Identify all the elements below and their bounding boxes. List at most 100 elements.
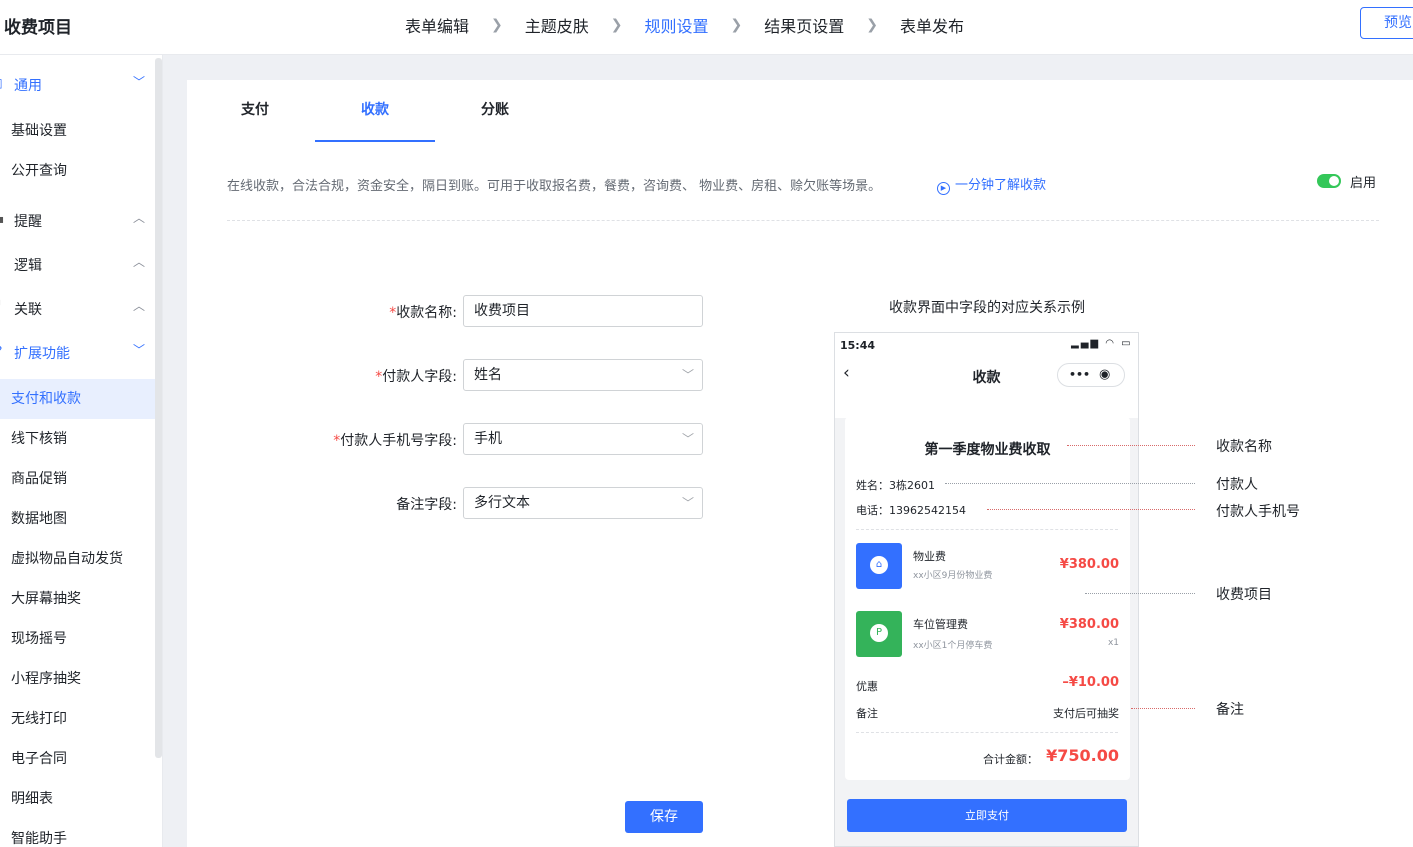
sidebar-item-public-query[interactable]: 公开查询 [0, 151, 155, 191]
step-rules[interactable]: 规则设置 [645, 13, 709, 37]
step-form-edit[interactable]: 表单编辑 [405, 13, 469, 37]
save-button[interactable]: 保存 [625, 801, 703, 833]
divider [227, 220, 1379, 221]
sidebar-item-mini-lottery[interactable]: 小程序抽奖 [0, 659, 155, 699]
remark-row-value: 支付后可抽奖 [1053, 707, 1119, 720]
step-nav: 表单编辑 ❯ 主题皮肤 ❯ 规则设置 ❯ 结果页设置 ❯ 表单发布 [405, 13, 964, 37]
product-2-desc: xx小区1个月停车费 [913, 641, 993, 651]
collect-name-input[interactable]: 收费项目 [463, 295, 703, 327]
capsule-menu: ••• ◉ [1057, 363, 1125, 387]
payer-name: 姓名：3栋2601 [856, 479, 935, 492]
sidebar-item-live-draw[interactable]: 现场摇号 [0, 619, 155, 659]
chevron-down-icon: ﹀ [681, 368, 694, 382]
annotation-payer-phone: 付款人手机号 [1216, 504, 1300, 520]
sidebar-item-wireless-print[interactable]: 无线打印 [0, 699, 155, 739]
sidebar-group-general[interactable]: ▯ 通用 ﹀ [0, 70, 150, 98]
logic-icon: ⁝ [0, 256, 6, 270]
discount-value: –¥10.00 [1062, 675, 1119, 690]
sidebar-item-payment[interactable]: 支付和收款 [0, 379, 155, 419]
total-label: 合计金额： [983, 753, 1038, 766]
parking-icon: P [856, 611, 902, 657]
enable-label: 启用 [1350, 176, 1377, 191]
app-title: 收费项目 [4, 18, 72, 38]
feature-description: 在线收款，合法合规，资金安全，隔日到账。可用于收取报名费，餐费，咨询费、 物业费… [227, 179, 882, 194]
total-value: ¥750.00 [1046, 746, 1119, 765]
signal-wifi-battery-icon: ▂▄▆ ◠ ▭ [1071, 338, 1133, 349]
sidebar-item-basic-settings[interactable]: 基础设置 [0, 111, 155, 151]
more-icon: ••• [1069, 368, 1091, 381]
payer-field-select[interactable]: 姓名 ﹀ [463, 359, 703, 391]
product-1-name: 物业费 [913, 550, 946, 563]
tab-split[interactable]: 分账 [435, 80, 555, 142]
general-icon: ▯ [0, 76, 6, 90]
step-publish[interactable]: 表单发布 [900, 13, 964, 37]
pay-now-button: 立即支付 [847, 799, 1127, 832]
chevron-right-icon: ❯ [491, 17, 503, 33]
payer-phone: 电话：13962542154 [856, 504, 966, 517]
phone-label: *付款人手机号字段: [333, 433, 457, 449]
step-theme[interactable]: 主题皮肤 [525, 13, 589, 37]
tab-pay[interactable]: 支付 [195, 80, 315, 142]
annotation-line [1085, 593, 1195, 594]
sidebar-item-auto-delivery[interactable]: 虚拟物品自动发货 [0, 539, 155, 579]
phone-mockup: 15:44 ▂▄▆ ◠ ▭ ‹ 收款 ••• ◉ 第一季度物业费收取 姓名：3栋… [834, 332, 1139, 847]
record-icon: ◉ [1099, 367, 1111, 382]
payment-card: 第一季度物业费收取 姓名：3栋2601 电话：13962542154 ⌂ 物业费… [845, 417, 1130, 780]
payer-label: *付款人字段: [375, 369, 457, 385]
sidebar: ▯ 通用 ﹀ 基础设置 公开查询 ▪ 提醒 ︿ ⁝ 逻辑 ︿ ╯ 关联 ︿ ? … [0, 55, 163, 847]
chevron-up-icon: ︿ [133, 299, 146, 313]
sidebar-scrollbar[interactable] [155, 58, 162, 758]
sidebar-item-screen-lottery[interactable]: 大屏幕抽奖 [0, 579, 155, 619]
remark-label: 备注字段: [396, 497, 457, 513]
chevron-right-icon: ❯ [730, 17, 743, 33]
tab-collect[interactable]: 收款 [315, 80, 435, 142]
card-title: 第一季度物业费收取 [924, 442, 1051, 458]
annotation-line [1131, 708, 1195, 709]
name-label: *收款名称: [389, 305, 457, 321]
learn-link[interactable]: ▶ 一分钟了解收款 [937, 174, 1046, 195]
play-icon: ▶ [937, 182, 950, 195]
annotation-line [987, 509, 1195, 510]
annotation-payer: 付款人 [1216, 477, 1258, 493]
chevron-right-icon: ❯ [866, 17, 878, 33]
chevron-right-icon: ❯ [610, 17, 623, 33]
sidebar-group-extend[interactable]: ? 扩展功能 ﹀ [0, 338, 150, 366]
product-2-name: 车位管理费 [913, 618, 968, 631]
chevron-up-icon: ︿ [133, 255, 146, 269]
phone-field-select[interactable]: 手机 ﹀ [463, 423, 703, 455]
link-icon: ╯ [0, 300, 6, 314]
top-bar: 收费项目 表单编辑 ❯ 主题皮肤 ❯ 规则设置 ❯ 结果页设置 ❯ 表单发布 预… [0, 0, 1413, 55]
chevron-down-icon: ﹀ [133, 75, 146, 89]
sidebar-group-relation[interactable]: ╯ 关联 ︿ [0, 294, 150, 322]
sidebar-item-detail-table[interactable]: 明细表 [0, 779, 155, 819]
step-result-page[interactable]: 结果页设置 [764, 13, 844, 37]
sidebar-item-data-map[interactable]: 数据地图 [0, 499, 155, 539]
enable-toggle[interactable] [1317, 174, 1341, 188]
sidebar-item-e-contract[interactable]: 电子合同 [0, 739, 155, 779]
bell-icon: ▪ [0, 212, 6, 226]
example-title: 收款界面中字段的对应关系示例 [889, 300, 1085, 316]
sidebar-group-logic[interactable]: ⁝ 逻辑 ︿ [0, 250, 150, 278]
main-panel: 支付 收款 分账 在线收款，合法合规，资金安全，隔日到账。可用于收取报名费，餐费… [187, 80, 1413, 847]
discount-label: 优惠 [856, 680, 878, 693]
sidebar-item-offline-verify[interactable]: 线下核销 [0, 419, 155, 459]
annotation-line [1067, 445, 1195, 446]
sidebar-group-remind[interactable]: ▪ 提醒 ︿ [0, 206, 150, 234]
product-1-desc: xx小区9月份物业费 [913, 571, 993, 581]
sidebar-item-assistant[interactable]: 智能助手 [0, 819, 155, 847]
annotation-fee-items: 收费项目 [1216, 587, 1272, 603]
chevron-up-icon: ︿ [133, 211, 146, 225]
annotation-line [945, 483, 1195, 484]
preview-button[interactable]: 预览 [1360, 7, 1413, 39]
product-2-price: ¥380.00 [1059, 617, 1119, 632]
chevron-down-icon: ﹀ [133, 343, 146, 357]
product-1-price: ¥380.00 [1059, 557, 1119, 572]
annotation-remark: 备注 [1216, 702, 1244, 718]
remark-row-label: 备注 [856, 707, 878, 720]
house-icon: ⌂ [856, 543, 902, 589]
remark-field-select[interactable]: 多行文本 ﹀ [463, 487, 703, 519]
extend-icon: ? [0, 344, 6, 358]
sidebar-item-promotion[interactable]: 商品促销 [0, 459, 155, 499]
chevron-down-icon: ﹀ [681, 496, 694, 510]
annotation-collect-name: 收款名称 [1216, 439, 1272, 455]
